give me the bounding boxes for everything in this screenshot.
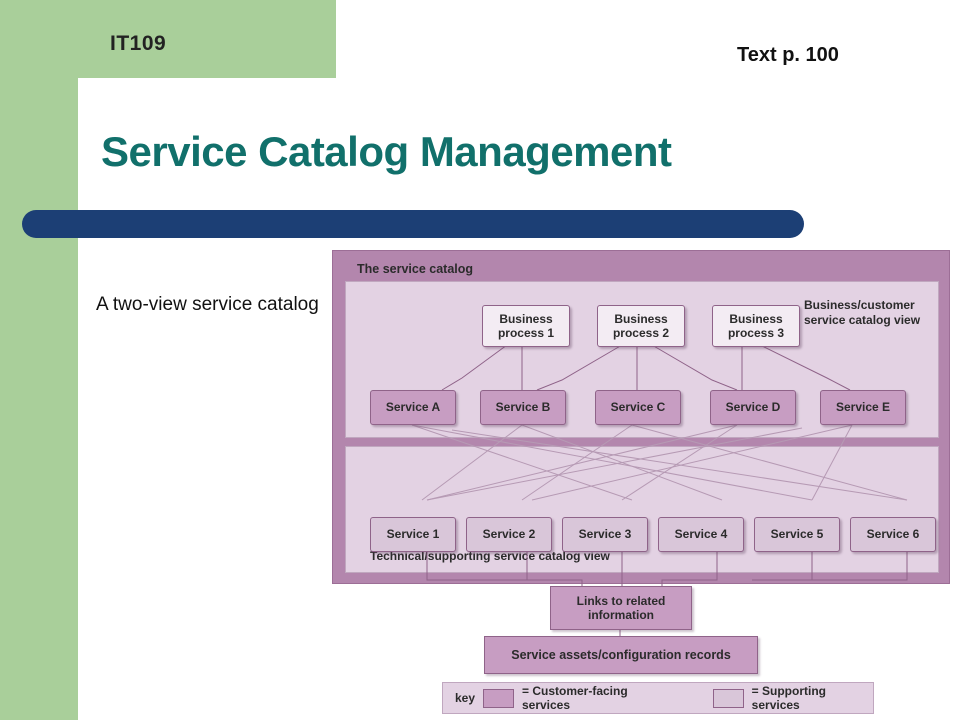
header-green-band xyxy=(0,0,336,78)
key-label: key xyxy=(455,691,476,705)
key-customer-facing-swatch xyxy=(483,688,514,708)
links-to-related-information-box: Links to related information xyxy=(550,586,692,630)
service-6-box: Service 6 xyxy=(850,517,936,552)
text-reference: Text p. 100 xyxy=(737,44,839,66)
sidebar-green-strip xyxy=(0,78,78,720)
figure-caption: A two-view service catalog xyxy=(96,294,319,315)
diagram-key: key = Customer-facing services = Support… xyxy=(442,682,874,714)
diagram-outer-label: The service catalog xyxy=(357,262,474,276)
page-title: Service Catalog Management xyxy=(101,128,672,175)
technical-supporting-view-panel: Technical/supporting service catalog vie… xyxy=(345,446,939,573)
business-customer-view-label: Business/customer service catalog view xyxy=(804,298,921,327)
service-catalog-diagram: The service catalog Business/customer se… xyxy=(332,250,950,716)
service-b-box: Service B xyxy=(480,390,566,425)
business-process-1-box: Business process 1 xyxy=(482,305,570,347)
key-supporting-swatch xyxy=(712,688,744,708)
service-a-box: Service A xyxy=(370,390,456,425)
service-5-box: Service 5 xyxy=(754,517,840,552)
service-e-box: Service E xyxy=(820,390,906,425)
service-d-box: Service D xyxy=(710,390,796,425)
key-supporting-label: = Supporting services xyxy=(751,684,826,712)
business-process-2-box: Business process 2 xyxy=(597,305,685,347)
service-assets-configuration-records-box: Service assets/configuration records xyxy=(484,636,758,674)
key-customer-facing-label: = Customer-facing services xyxy=(521,684,628,712)
business-process-3-box: Business process 3 xyxy=(712,305,800,347)
service-2-box: Service 2 xyxy=(466,517,552,552)
service-3-box: Service 3 xyxy=(562,517,648,552)
course-code: IT109 xyxy=(110,32,167,55)
service-4-box: Service 4 xyxy=(658,517,744,552)
service-1-box: Service 1 xyxy=(370,517,456,552)
service-c-box: Service C xyxy=(595,390,681,425)
title-underline-bar xyxy=(22,210,804,238)
